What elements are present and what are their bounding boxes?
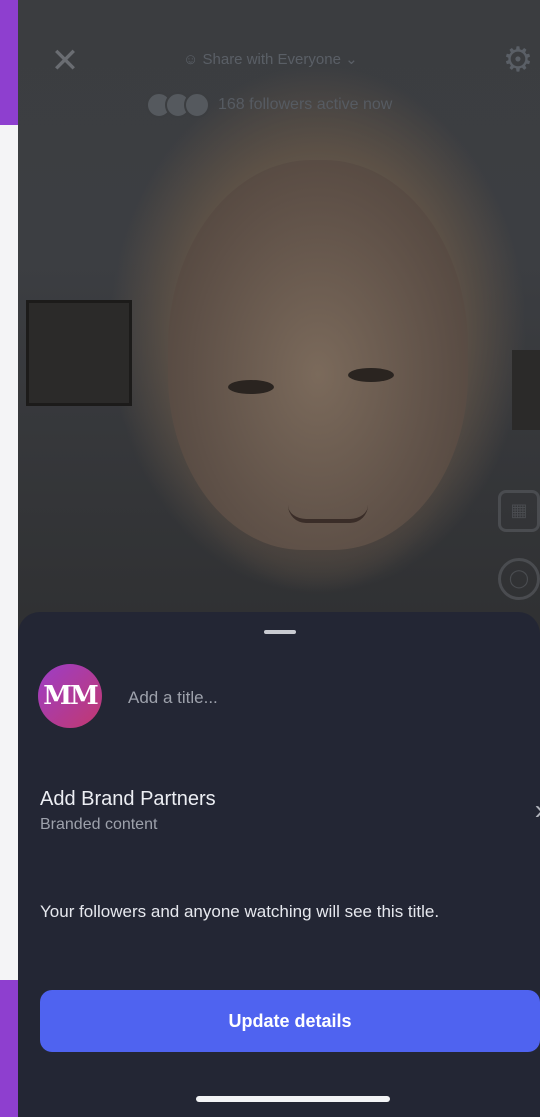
add-brand-partners-row[interactable]: Add Brand Partners Branded content › (40, 784, 540, 842)
avatar (184, 92, 210, 118)
share-audience-selector[interactable]: ☺ Share with Everyone ⌄ (183, 50, 358, 68)
people-icon: ☺ (183, 51, 199, 68)
brand-partners-subtitle: Branded content (40, 816, 158, 833)
chevron-right-icon: › (535, 794, 540, 826)
chevron-down-icon: ⌄ (345, 51, 358, 68)
calendar-icon[interactable]: ▦ (498, 490, 540, 532)
live-top-bar: ✕ ☺ Share with Everyone ⌄ ⚙ (18, 40, 540, 80)
home-indicator (196, 1096, 390, 1102)
wall-picture (26, 300, 132, 406)
sheet-handle[interactable] (264, 630, 296, 634)
title-input[interactable] (126, 680, 510, 716)
update-details-button[interactable]: Update details (40, 990, 540, 1052)
profile-logo: MM (38, 664, 102, 728)
left-eye (228, 380, 274, 394)
right-eye (348, 368, 394, 382)
follower-avatars (146, 92, 210, 118)
mouth (288, 505, 368, 523)
followers-active: 168 followers active now (146, 92, 392, 118)
camera-preview: ✕ ☺ Share with Everyone ⌄ ⚙ 168 follower… (18, 0, 540, 640)
wall-picture-right (512, 350, 540, 430)
close-icon[interactable]: ✕ (48, 44, 82, 78)
share-label: Share with Everyone (202, 51, 341, 68)
followers-text: 168 followers active now (218, 96, 393, 113)
comment-icon[interactable]: ◯ (498, 558, 540, 600)
person-face (168, 160, 468, 550)
gear-icon[interactable]: ⚙ (500, 42, 536, 78)
logo-text: MM (43, 681, 99, 711)
live-details-sheet: MM Add Brand Partners Branded content › … (18, 612, 540, 1117)
info-text: Your followers and anyone watching will … (40, 902, 440, 921)
brand-partners-title: Add Brand Partners (40, 788, 216, 810)
phone-screen: ✕ ☺ Share with Everyone ⌄ ⚙ 168 follower… (18, 0, 540, 1117)
